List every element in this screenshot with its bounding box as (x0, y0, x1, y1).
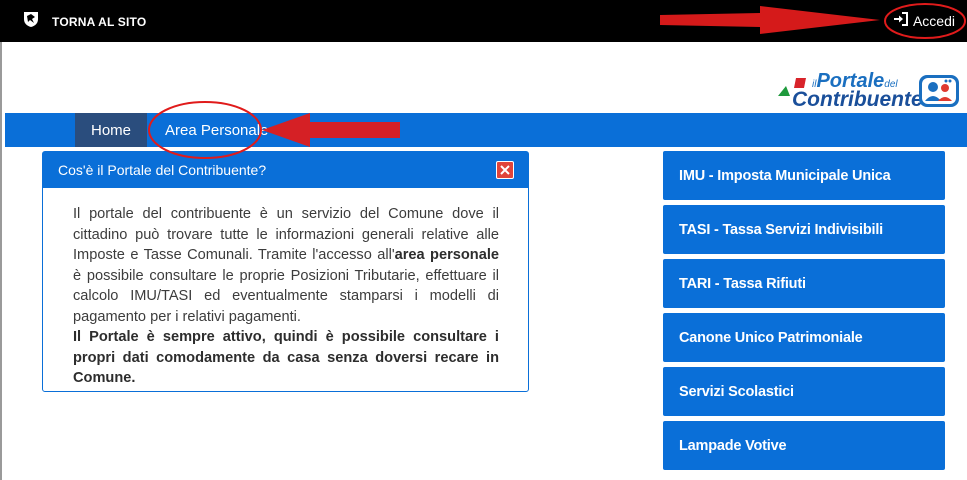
nav-home[interactable]: Home (75, 113, 147, 147)
logo-people-icon (919, 75, 959, 107)
info-card-header: Cos'è il Portale del Contribuente? (43, 152, 528, 188)
back-to-site-link[interactable]: TORNA AL SITO (22, 10, 146, 33)
info-paragraph-2: Il Portale è sempre attivo, quindi è pos… (73, 329, 499, 386)
service-tasi-button[interactable]: TASI - Tassa Servizi Indivisibili (663, 205, 945, 254)
close-icon[interactable] (496, 161, 514, 179)
sign-in-icon (893, 12, 909, 29)
info-card: Cos'è il Portale del Contribuente? Il po… (42, 151, 529, 392)
service-imu-button[interactable]: IMU - Imposta Municipale Unica (663, 151, 945, 200)
service-tari-button[interactable]: TARI - Tassa Rifiuti (663, 259, 945, 308)
service-scolastici-button[interactable]: Servizi Scolastici (663, 367, 945, 416)
info-area-personale-bold: area personale (394, 247, 499, 263)
service-canone-button[interactable]: Canone Unico Patrimoniale (663, 313, 945, 362)
logo-line2: Contribuente (792, 88, 923, 111)
service-lampade-button[interactable]: Lampade Votive (663, 421, 945, 470)
info-card-title: Cos'è il Portale del Contribuente? (58, 162, 267, 178)
back-to-site-label: TORNA AL SITO (52, 14, 147, 29)
municipality-crest-icon (22, 10, 40, 33)
info-card-body: Il portale del contribuente è un servizi… (73, 204, 499, 389)
nav-area-personale[interactable]: Area Personale (165, 113, 268, 147)
top-bar: TORNA AL SITO Accedi (0, 0, 967, 42)
login-label: Accedi (912, 12, 955, 29)
login-button[interactable]: Accedi (893, 12, 955, 29)
main-nav: Home Area Personale (5, 113, 967, 147)
info-paragraph-1b: è possibile consultare le proprie Posizi… (73, 267, 499, 325)
